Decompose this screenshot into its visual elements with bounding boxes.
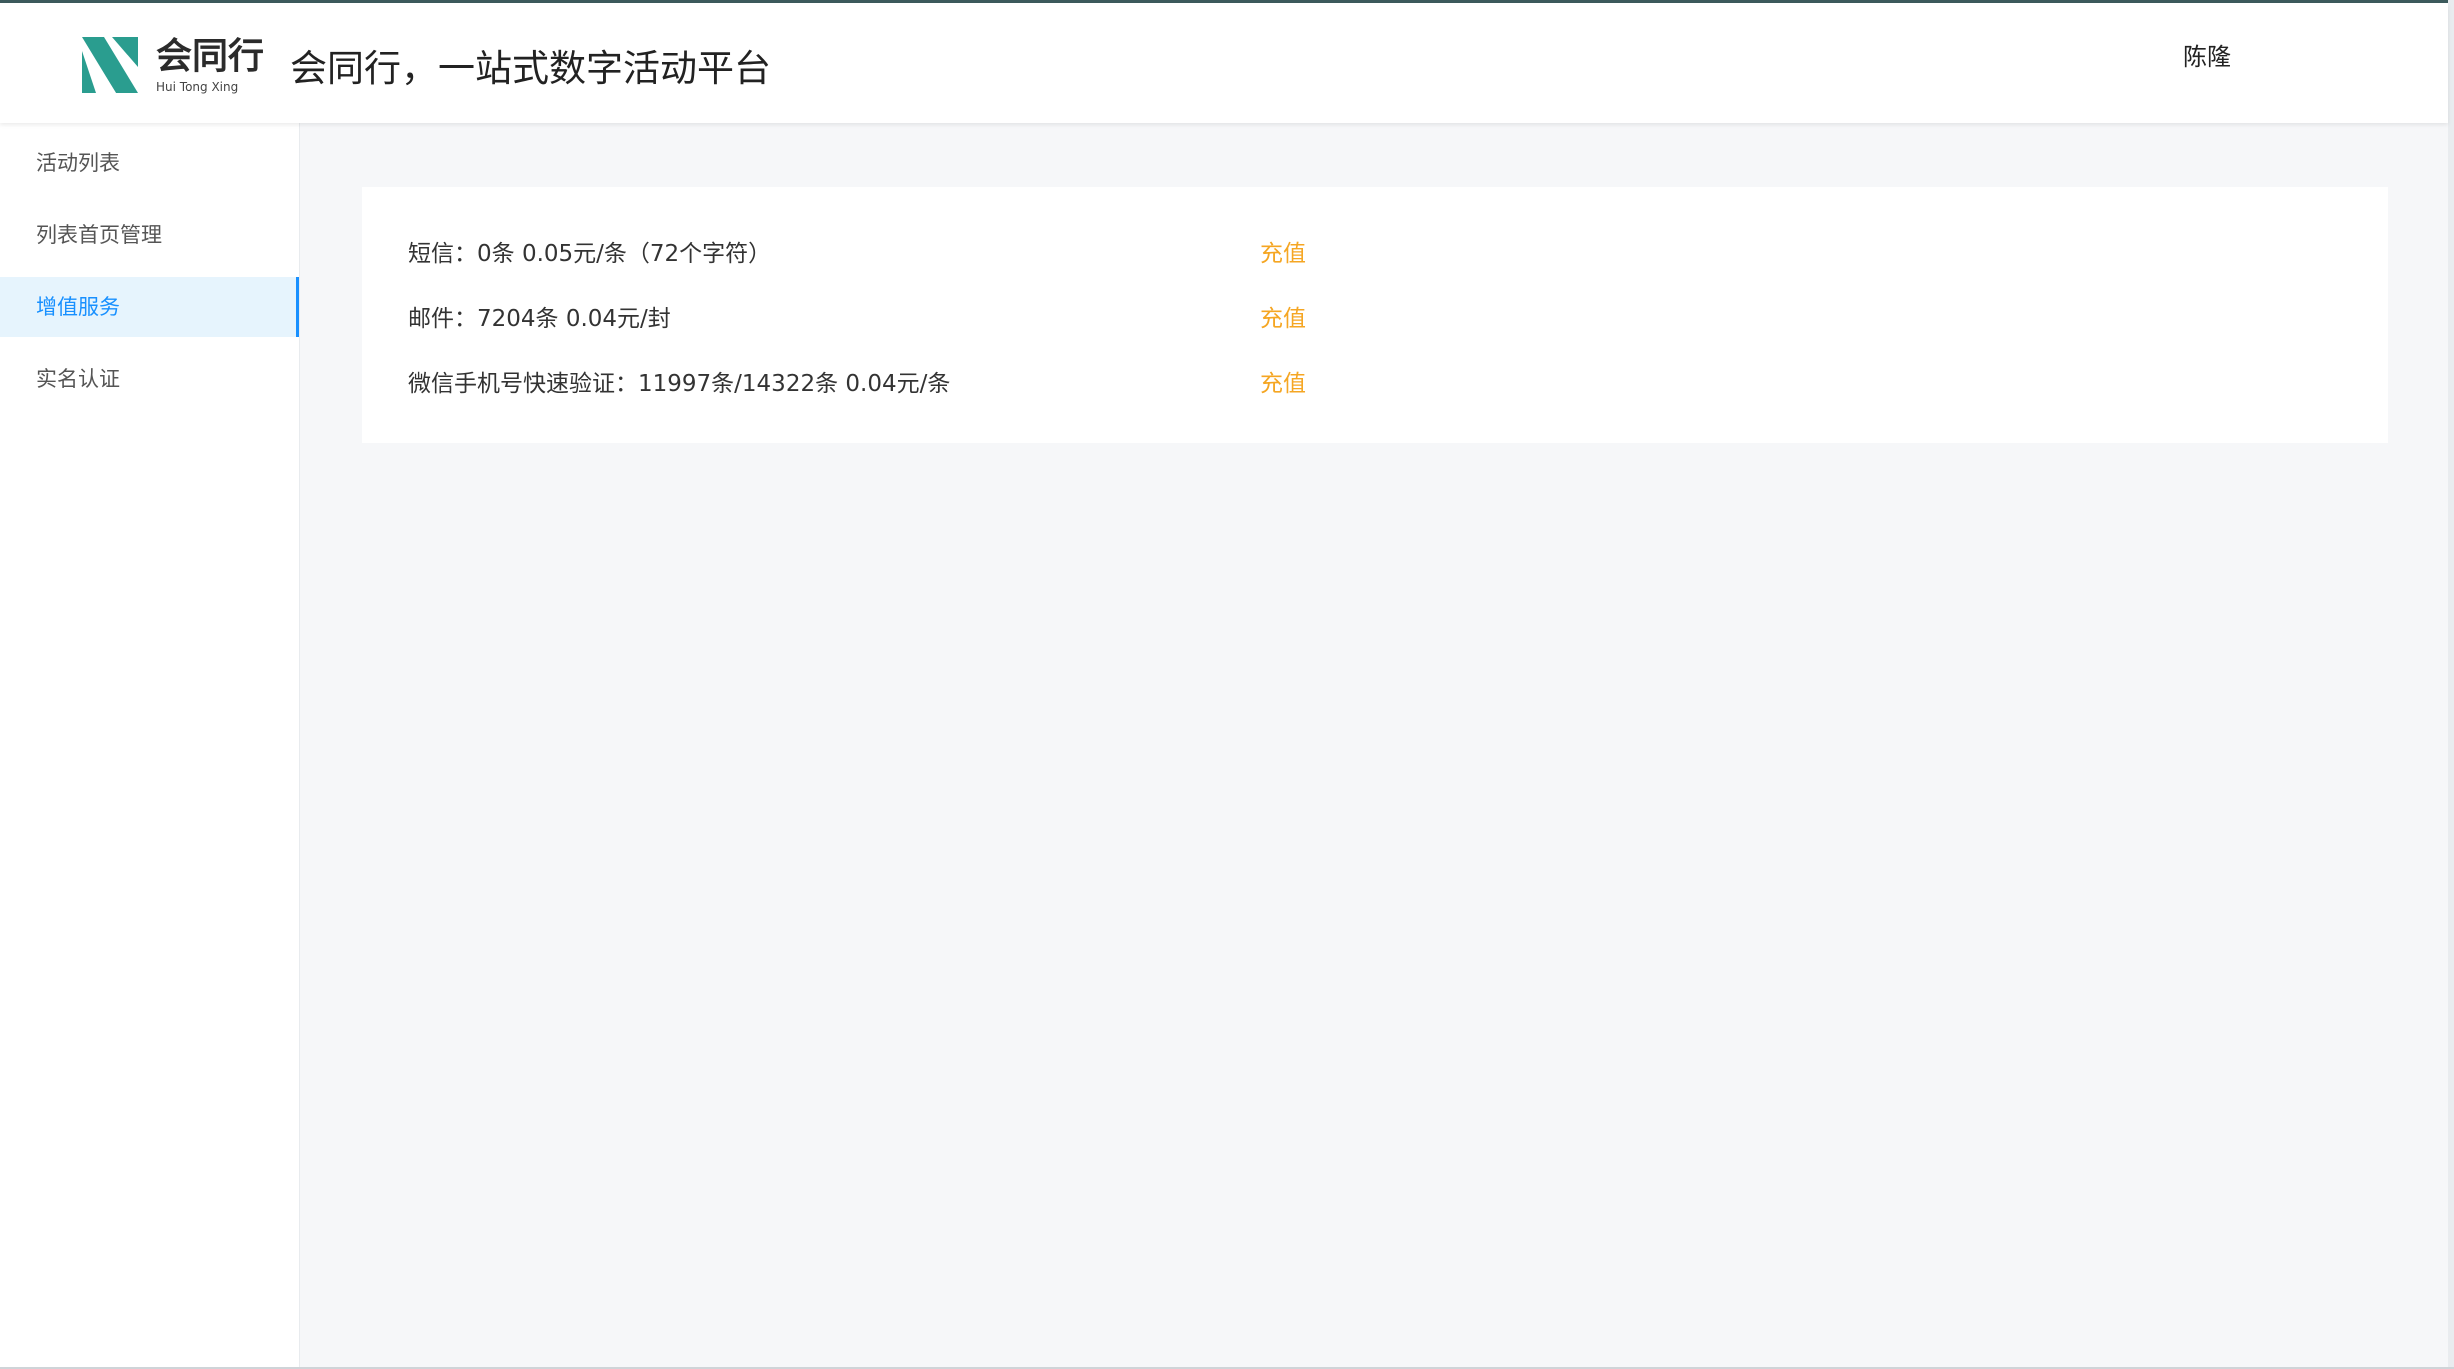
window-right-edge — [2448, 0, 2454, 1369]
service-row-sms: 短信：0条 0.05元/条（72个字符） 充值 — [408, 234, 2308, 274]
value-added-services-card: 短信：0条 0.05元/条（72个字符） 充值 邮件：7204条 0.04元/封… — [362, 187, 2388, 443]
sidebar-item-activity-list[interactable]: 活动列表 — [0, 133, 299, 193]
logo-pinyin: Hui Tong Xing — [156, 80, 239, 94]
service-email-text: 邮件：7204条 0.04元/封 — [408, 306, 671, 332]
recharge-wechat-phone-verification-button[interactable]: 充值 — [1260, 364, 1306, 404]
sidebar-menu: 活动列表 列表首页管理 增值服务 实名认证 — [0, 123, 300, 1367]
huitongxing-logo-icon — [82, 37, 138, 93]
sidebar-item-real-name-verification[interactable]: 实名认证 — [0, 349, 299, 409]
recharge-email-button[interactable]: 充值 — [1260, 299, 1306, 339]
service-row-wechat-phone-verification: 微信手机号快速验证：11997条/14322条 0.04元/条 充值 — [408, 364, 2308, 404]
sidebar-item-list-homepage-management[interactable]: 列表首页管理 — [0, 205, 299, 265]
brand-logo[interactable]: 会同行 Hui Tong Xing — [82, 35, 264, 95]
recharge-sms-button[interactable]: 充值 — [1260, 234, 1306, 274]
service-row-email: 邮件：7204条 0.04元/封 充值 — [408, 299, 2308, 339]
logo-name: 会同行 — [156, 36, 265, 77]
site-title: 会同行，一站式数字活动平台 — [290, 47, 771, 90]
sidebar-item-value-added-services[interactable]: 增值服务 — [0, 277, 299, 337]
user-name[interactable]: 陈隆 — [2183, 37, 2231, 77]
main-content: 短信：0条 0.05元/条（72个字符） 充值 邮件：7204条 0.04元/封… — [300, 123, 2448, 1367]
app-header: 会同行 Hui Tong Xing 会同行，一站式数字活动平台 陈隆 — [0, 3, 2448, 123]
service-sms-text: 短信：0条 0.05元/条（72个字符） — [408, 241, 772, 267]
service-wechat-phone-verification-text: 微信手机号快速验证：11997条/14322条 0.04元/条 — [408, 371, 951, 397]
